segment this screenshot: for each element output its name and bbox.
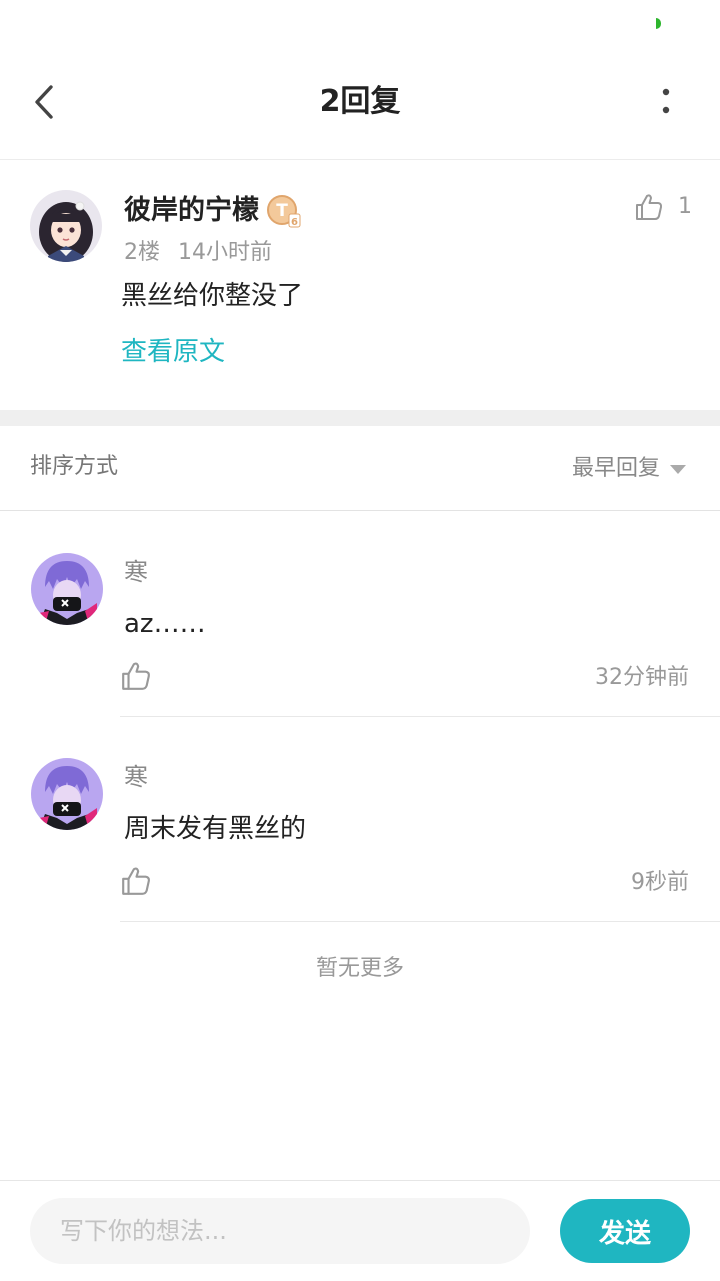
more-options-button[interactable]	[644, 80, 688, 124]
section-divider	[0, 410, 720, 426]
original-comment: 彼岸的宁檬 T 6 1 2楼 14小时前 黑丝给你整没了 查看原文	[0, 160, 720, 410]
status-bar	[0, 0, 720, 48]
reply-input[interactable]	[30, 1198, 530, 1264]
reply-item: 寒 周末发有黑丝的 9秒前	[0, 717, 720, 922]
reply-input-bar: 发送	[0, 1180, 720, 1281]
avatar[interactable]	[31, 553, 103, 625]
thumbs-up-icon	[122, 662, 150, 690]
send-button[interactable]: 发送	[560, 1199, 690, 1263]
sort-label: 排序方式	[30, 454, 119, 479]
reply-text: 周末发有黑丝的	[124, 814, 307, 844]
masked-character-avatar-icon	[31, 553, 103, 625]
thumbs-up-icon	[122, 867, 150, 895]
comment-text: 黑丝给你整没了	[121, 281, 304, 311]
author-name[interactable]: 彼岸的宁檬	[124, 192, 259, 230]
reply-item: 寒 az…… 32分钟前	[0, 512, 720, 717]
more-vertical-icon	[662, 88, 670, 114]
status-indicator-dot	[656, 18, 661, 29]
reply-time: 32分钟前	[595, 665, 689, 690]
top-nav-bar: 2回复	[0, 48, 720, 160]
badge-letter: T	[276, 201, 288, 221]
like-count: 1	[678, 194, 692, 219]
badge-level-number: 6	[291, 217, 298, 228]
like-button[interactable]: 1	[634, 192, 692, 222]
avatar[interactable]	[31, 758, 103, 830]
like-button[interactable]	[120, 865, 156, 901]
comment-meta: 2楼 14小时前	[124, 238, 290, 268]
level-badge-icon: T 6	[267, 194, 301, 228]
anime-girl-avatar-icon	[30, 190, 102, 262]
reply-author[interactable]: 寒	[124, 761, 148, 793]
author-row: 彼岸的宁檬 T 6	[124, 192, 301, 230]
divider	[120, 921, 720, 922]
sort-value: 最早回复	[571, 456, 660, 481]
reply-author[interactable]: 寒	[124, 556, 148, 588]
reply-text: az……	[124, 609, 206, 639]
masked-character-avatar-icon	[31, 758, 103, 830]
caret-down-icon	[670, 464, 686, 474]
thumbs-up-icon	[636, 194, 663, 220]
floor-number: 2楼	[124, 240, 160, 265]
sort-dropdown[interactable]: 最早回复	[572, 454, 686, 484]
view-original-link[interactable]: 查看原文	[121, 334, 225, 370]
sort-bar: 排序方式 最早回复	[0, 426, 720, 511]
avatar[interactable]	[30, 190, 102, 262]
comment-time: 14小时前	[178, 240, 272, 265]
reply-time: 9秒前	[631, 870, 689, 895]
page-title: 2回复	[319, 84, 401, 119]
like-button[interactable]	[120, 660, 156, 696]
list-end-message: 暂无更多	[315, 956, 404, 981]
